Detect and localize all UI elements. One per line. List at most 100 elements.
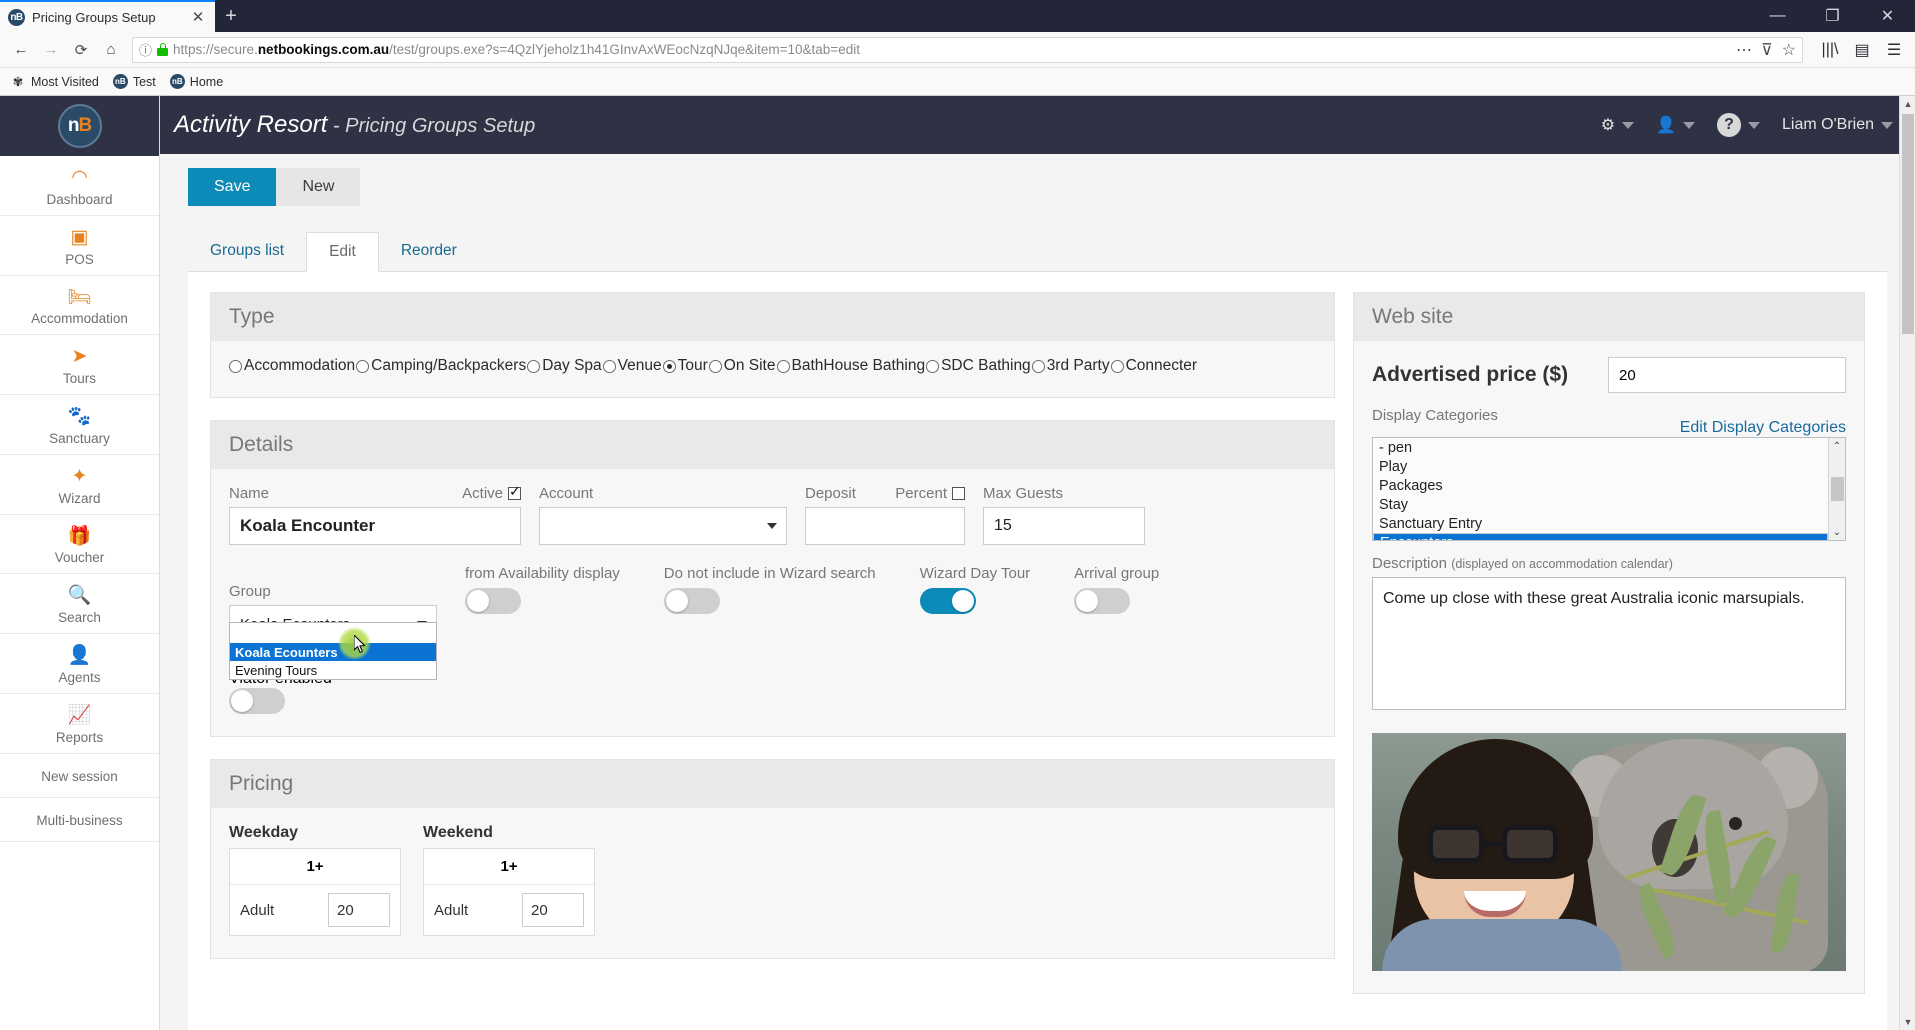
availability-display-toggle[interactable]	[465, 588, 521, 614]
percent-checkbox[interactable]	[952, 487, 965, 500]
radio-sdc-bathing[interactable]: SDC Bathing	[926, 357, 1031, 375]
radio-icon	[776, 359, 790, 373]
sidebar-item-multi-business[interactable]: Multi-business	[0, 798, 159, 842]
sidebar-item-tours[interactable]: ➤ Tours	[0, 335, 159, 395]
display-categories-listbox[interactable]: - pen Play Packages Stay Sanctuary Entry…	[1372, 437, 1846, 541]
radio-icon	[602, 359, 616, 373]
bookmark-home[interactable]: nB Home	[169, 74, 223, 89]
close-icon[interactable]: ✕	[189, 8, 207, 26]
max-guests-input[interactable]	[983, 507, 1145, 545]
sidebar-item-agents[interactable]: 👤 Agents	[0, 634, 159, 694]
minimize-icon[interactable]: —	[1750, 0, 1805, 32]
category-option-encounters[interactable]: Encounters	[1373, 533, 1828, 540]
sidebar-item-label: Agents	[58, 669, 101, 685]
radio-tour[interactable]: Tour	[662, 357, 708, 375]
wizard-day-tour-toggle[interactable]	[919, 588, 976, 614]
page-scrollbar[interactable]: ▲ ▼	[1899, 96, 1915, 1030]
library-icon[interactable]: |||\	[1815, 36, 1845, 64]
save-button[interactable]: Save	[188, 168, 277, 206]
back-icon[interactable]: ←	[6, 36, 36, 64]
category-option-pen[interactable]: - pen	[1373, 438, 1828, 457]
sidebar-item-reports[interactable]: 📈 Reports	[0, 694, 159, 754]
maximize-icon[interactable]: ❐	[1805, 0, 1860, 32]
pricing-row-input[interactable]	[522, 893, 584, 927]
bookmark-most-visited[interactable]: ✾ Most Visited	[10, 74, 99, 90]
forward-icon[interactable]: →	[36, 36, 66, 64]
user-menu[interactable]: 👤	[1656, 115, 1696, 135]
radio-day-spa[interactable]: Day Spa	[527, 357, 602, 375]
scroll-down-icon[interactable]: ⌄	[1833, 524, 1841, 540]
category-option-sanctuary-entry[interactable]: Sanctuary Entry	[1373, 514, 1828, 533]
tab-groups-list[interactable]: Groups list	[188, 232, 306, 271]
pricing-row-input[interactable]	[328, 893, 390, 927]
radio-camping-backpackers[interactable]: Camping/Backpackers	[356, 357, 526, 375]
sidebar-item-sanctuary[interactable]: 🐾 Sanctuary	[0, 395, 159, 455]
category-option-play[interactable]: Play	[1373, 457, 1828, 476]
group-dropdown-list[interactable]: Koala Ecounters Evening Tours	[229, 622, 437, 680]
pocket-icon[interactable]: ⊽	[1761, 40, 1773, 60]
radio-on-site[interactable]: On Site	[708, 357, 776, 375]
sidebar-item-label: Search	[58, 610, 101, 625]
scroll-up-icon[interactable]: ⌃	[1833, 438, 1841, 454]
account-select[interactable]	[539, 507, 787, 545]
scroll-up-icon[interactable]: ▲	[1900, 96, 1915, 112]
sidebar-item-accommodation[interactable]: 🛏 Accommodation	[0, 276, 159, 336]
type-card-title: Type	[211, 293, 1334, 341]
brand-logo[interactable]: nB	[0, 96, 159, 156]
bookmark-star-icon[interactable]: ☆	[1782, 40, 1796, 60]
action-toolbar: Save New	[160, 168, 1915, 206]
page-scrollbar-thumb[interactable]	[1902, 114, 1914, 334]
sidebar-item-wizard[interactable]: ✦ Wizard	[0, 455, 159, 515]
lock-icon	[157, 43, 169, 56]
viator-enabled-toggle[interactable]	[229, 688, 285, 714]
settings-menu[interactable]: ⚙	[1601, 115, 1635, 135]
reload-icon[interactable]: ⟳	[66, 36, 96, 64]
radio-label: 3rd Party	[1046, 357, 1110, 374]
sidebar-item-dashboard[interactable]: ◠ Dashboard	[0, 156, 159, 216]
bookmark-test[interactable]: nB Test	[112, 74, 156, 89]
sidebar-item-search[interactable]: 🔍 Search	[0, 574, 159, 634]
category-option-stay[interactable]: Stay	[1373, 495, 1828, 514]
sidebar-icon[interactable]: ▤	[1847, 36, 1877, 64]
sidebar-item-pos[interactable]: ▣ POS	[0, 216, 159, 276]
identity-icon[interactable]: ⓘ	[139, 40, 152, 59]
tab-reorder[interactable]: Reorder	[379, 232, 479, 271]
type-card-body: Accommodation Camping/Backpackers Day Sp…	[211, 341, 1334, 397]
listbox-scrollbar[interactable]: ⌃ ⌄	[1828, 438, 1845, 540]
address-bar[interactable]: ⓘ https://secure.netbookings.com.au/test…	[132, 36, 1803, 63]
new-tab-button[interactable]: +	[215, 0, 247, 32]
home-icon[interactable]: ⌂	[96, 36, 126, 64]
active-checkbox[interactable]	[508, 483, 521, 500]
category-option-packages[interactable]: Packages	[1373, 476, 1828, 495]
radio-connecter[interactable]: Connecter	[1110, 357, 1197, 375]
scroll-down-icon[interactable]: ▼	[1900, 1014, 1915, 1030]
wizard-search-toggle[interactable]	[663, 588, 720, 614]
page-actions-icon[interactable]: ⋯	[1736, 40, 1752, 60]
chevron-down-icon	[1683, 121, 1696, 129]
radio-venue[interactable]: Venue	[602, 357, 662, 375]
close-window-icon[interactable]: ✕	[1860, 0, 1915, 32]
group-option-koala-ecounters[interactable]: Koala Ecounters	[230, 643, 436, 661]
browser-tab[interactable]: nB Pricing Groups Setup ✕	[0, 0, 215, 32]
user-icon: 👤	[1656, 117, 1677, 134]
radio-3rd-party[interactable]: 3rd Party	[1031, 357, 1110, 375]
edit-display-categories-link[interactable]: Edit Display Categories	[1680, 419, 1846, 437]
description-textarea[interactable]: Come up close with these great Australia…	[1372, 577, 1846, 710]
sidebar-item-new-session[interactable]: New session	[0, 754, 159, 798]
group-option-evening-tours[interactable]: Evening Tours	[230, 661, 436, 679]
tab-edit[interactable]: Edit	[306, 232, 379, 272]
radio-accommodation[interactable]: Accommodation	[229, 357, 355, 375]
advertised-price-input[interactable]	[1608, 357, 1846, 393]
menu-icon[interactable]: ☰	[1879, 36, 1909, 64]
arrival-group-toggle[interactable]	[1074, 588, 1131, 614]
sidebar-item-voucher[interactable]: 🎁 Voucher	[0, 515, 159, 575]
account-menu[interactable]: Liam O'Brien	[1782, 116, 1893, 134]
new-button[interactable]: New	[276, 168, 361, 206]
name-input[interactable]	[229, 507, 521, 545]
group-option-blank[interactable]	[230, 623, 436, 643]
scrollbar-thumb[interactable]	[1830, 477, 1844, 501]
help-menu[interactable]: ?	[1717, 113, 1761, 137]
deposit-input[interactable]	[805, 507, 965, 545]
display-categories-header: Display Categories Edit Display Categori…	[1372, 407, 1846, 437]
radio-bathhouse-bathing[interactable]: BathHouse Bathing	[776, 357, 925, 375]
